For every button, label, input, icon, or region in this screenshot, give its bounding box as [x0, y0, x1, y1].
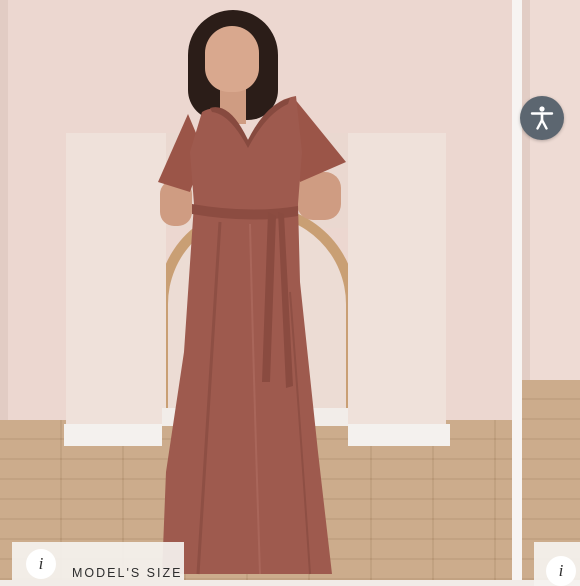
next-photo-wall	[522, 0, 580, 380]
product-image-next[interactable]	[522, 0, 580, 580]
photo-base-right	[348, 424, 450, 446]
model-size-label: MODEL'S SIZE	[72, 566, 183, 580]
photo-base-left	[64, 424, 162, 446]
next-info-icon: i	[546, 556, 576, 586]
photo-wall-edge	[0, 0, 8, 430]
product-image-main[interactable]: i MODEL'S SIZE	[0, 0, 512, 580]
photo-pedestal-right	[348, 133, 446, 426]
model-size-button[interactable]: i MODEL'S SIZE	[12, 542, 184, 580]
accessibility-button[interactable]	[520, 96, 564, 140]
accessibility-icon	[530, 106, 554, 130]
info-icon: i	[26, 549, 56, 579]
model-dress	[158, 96, 346, 575]
next-photo-wall-edge	[522, 0, 530, 380]
model-face	[205, 26, 259, 92]
gallery-divider	[512, 0, 522, 580]
